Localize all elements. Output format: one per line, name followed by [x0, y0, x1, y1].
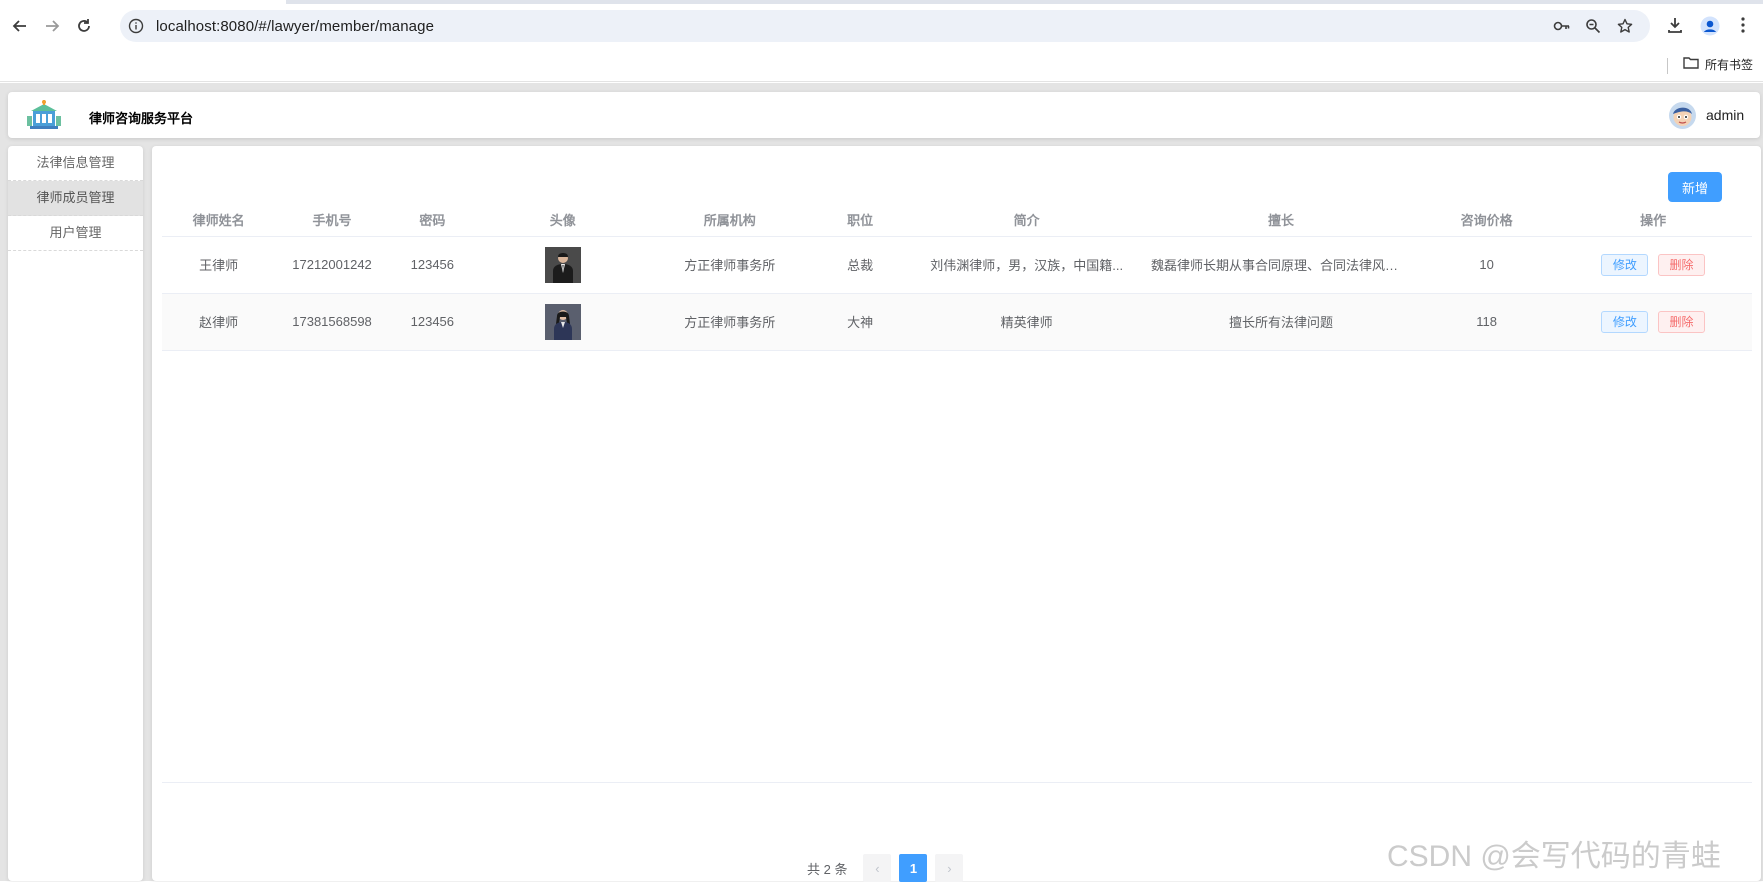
cell-phone: 17381568598	[275, 293, 389, 351]
column-header-photo: 头像	[475, 203, 650, 237]
column-header-phone: 手机号	[275, 203, 389, 237]
sidebar-item-legal-info[interactable]: 法律信息管理	[8, 146, 143, 181]
key-icon[interactable]	[1553, 18, 1571, 39]
sidebar-item-users[interactable]: 用户管理	[8, 216, 143, 251]
column-header-specialty: 擅长	[1143, 203, 1419, 237]
watermark: CSDN @会写代码的青蛙	[1387, 840, 1721, 873]
username[interactable]: admin	[1706, 107, 1744, 123]
app-header: 律师咨询服务平台 admin	[8, 92, 1760, 138]
profile-icon[interactable]	[1700, 16, 1720, 41]
cell-org: 方正律师事务所	[649, 293, 810, 351]
brand-title: 律师咨询服务平台	[89, 111, 194, 126]
cell-photo	[475, 293, 650, 351]
bookmarks-separator	[1667, 58, 1668, 74]
column-header-name: 律师姓名	[162, 203, 276, 237]
reload-icon[interactable]	[72, 14, 96, 38]
column-header-actions: 操作	[1554, 203, 1752, 237]
download-icon[interactable]	[1666, 16, 1684, 39]
browser-toolbar: localhost:8080/#/lawyer/member/manage	[0, 4, 1763, 50]
zoom-icon[interactable]	[1585, 18, 1601, 39]
edit-button[interactable]: 修改	[1601, 310, 1649, 333]
sidebar-item-lawyer-members[interactable]: 律师成员管理	[8, 181, 143, 216]
bookmarks-bar: 所有书签	[0, 50, 1763, 82]
pagination: 共 2 条 ‹ 1 ›	[807, 854, 967, 882]
lawyer-photo	[544, 303, 581, 340]
info-icon[interactable]	[128, 18, 144, 39]
avatar[interactable]	[1669, 102, 1696, 129]
all-bookmarks-label: 所有书签	[1705, 58, 1754, 72]
app-root: 律师咨询服务平台 admin 法律信息管理 律师成员管理 用户管理 新增 律师姓…	[0, 83, 1763, 882]
column-header-org: 所属机构	[649, 203, 810, 237]
cell-name: 王律师	[162, 236, 276, 294]
sidebar: 法律信息管理 律师成员管理 用户管理	[8, 146, 143, 881]
cell-actions: 修改 删除	[1554, 236, 1752, 294]
cell-intro: 精英律师	[910, 293, 1144, 351]
cell-photo	[475, 236, 650, 294]
delete-button[interactable]: 删除	[1657, 310, 1705, 333]
table-bottom-border	[162, 782, 1752, 783]
star-icon[interactable]	[1617, 18, 1633, 39]
column-header-position: 职位	[809, 203, 911, 237]
lawyer-photo	[544, 246, 581, 283]
cell-specialty: 魏磊律师长期从事合同原理、合同法律风险的...	[1143, 236, 1419, 294]
page-number[interactable]: 1	[899, 854, 928, 882]
column-header-price: 咨询价格	[1418, 203, 1555, 237]
cell-password: 123456	[388, 236, 476, 294]
forward-icon[interactable]	[40, 14, 64, 38]
all-bookmarks-button[interactable]: 所有书签	[1683, 56, 1753, 73]
column-header-password: 密码	[388, 203, 476, 237]
cell-org: 方正律师事务所	[649, 236, 810, 294]
edit-button[interactable]: 修改	[1601, 253, 1649, 276]
cell-intro: 刘伟渊律师，男，汉族，中国籍...	[910, 236, 1144, 294]
logo-icon	[26, 100, 62, 135]
delete-button[interactable]: 删除	[1657, 253, 1705, 276]
cell-position: 大神	[809, 293, 911, 351]
address-bar[interactable]: localhost:8080/#/lawyer/member/manage	[120, 10, 1650, 42]
cell-phone: 17212001242	[275, 236, 389, 294]
table-row: 王律师 17212001242 123456 方正律师事务所 总裁 刘伟渊律师，…	[162, 236, 1752, 294]
cell-price: 10	[1418, 236, 1555, 294]
next-page-button[interactable]: ›	[935, 854, 964, 882]
cell-specialty: 擅长所有法律问题	[1143, 293, 1419, 351]
column-header-intro: 简介	[910, 203, 1144, 237]
cell-actions: 修改 删除	[1554, 293, 1752, 351]
lawyer-table: 律师姓名 手机号 密码 头像 所属机构 职位 简介 擅长 咨询价格 操作 王律师…	[162, 203, 1752, 351]
cell-password: 123456	[388, 293, 476, 351]
cell-price: 118	[1418, 293, 1555, 351]
main-panel: 新增 律师姓名 手机号 密码 头像 所属机构 职位 简介 擅长 咨询价格 操作	[152, 146, 1761, 882]
folder-icon	[1683, 56, 1699, 73]
cell-name: 赵律师	[162, 293, 276, 351]
menu-icon[interactable]	[1740, 16, 1746, 39]
pagination-total: 共 2 条	[807, 861, 848, 877]
cell-position: 总裁	[809, 236, 911, 294]
back-icon[interactable]	[8, 14, 32, 38]
table-row: 赵律师 17381568598 123456 方正律师事务所 大神 精英律师 擅…	[162, 293, 1752, 351]
url-text: localhost:8080/#/lawyer/member/manage	[156, 18, 435, 35]
table-header-row: 律师姓名 手机号 密码 头像 所属机构 职位 简介 擅长 咨询价格 操作	[162, 203, 1752, 237]
prev-page-button[interactable]: ‹	[863, 854, 892, 882]
add-button[interactable]: 新增	[1668, 172, 1722, 202]
